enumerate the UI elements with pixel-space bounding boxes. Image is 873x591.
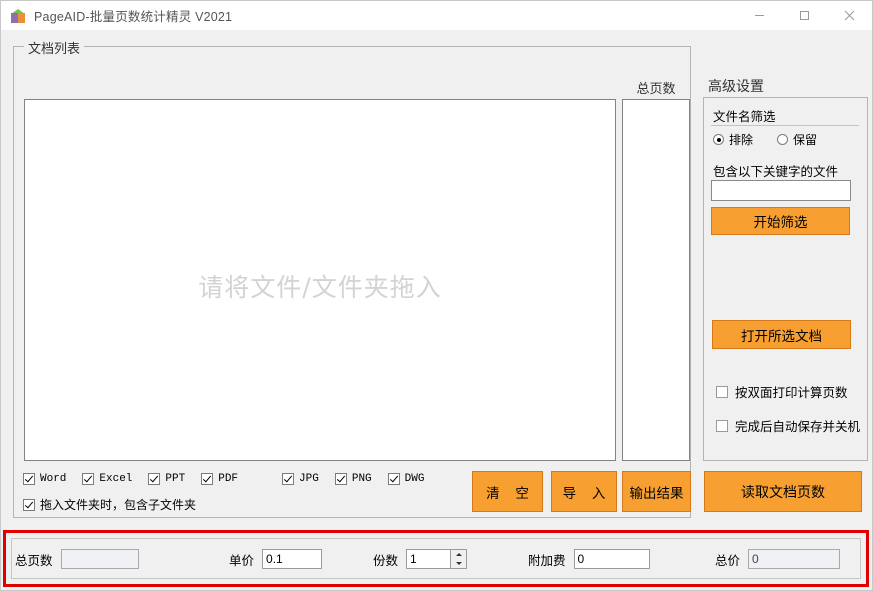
close-icon[interactable]	[827, 1, 872, 30]
main-body: 文档列表 总页数 请将文件/文件夹拖入 Word Excel PPT PDF J…	[1, 30, 872, 590]
keyword-input[interactable]	[711, 180, 851, 201]
stepper-up-icon[interactable]	[451, 550, 466, 559]
checkbox-box	[201, 473, 214, 485]
checkbox-box	[334, 473, 347, 485]
title-bar: PageAID-批量页数统计精灵 V2021	[1, 1, 872, 31]
checkbox-label: 按双面打印计算页数	[735, 386, 848, 400]
unit-price-label: 单价	[229, 553, 255, 568]
radio-keep[interactable]: 保留	[777, 131, 817, 148]
checkbox-box	[82, 473, 95, 485]
window-title: PageAID-批量页数统计精灵 V2021	[34, 10, 233, 24]
read-page-count-button[interactable]: 读取文档页数	[704, 471, 862, 512]
document-list-dropzone[interactable]: 请将文件/文件夹拖入	[24, 99, 616, 461]
subfolder-checkbox-row: 拖入文件夹时，包含子文件夹	[23, 496, 212, 513]
pagecount-list[interactable]	[622, 99, 690, 461]
extra-fee-input[interactable]	[573, 549, 650, 569]
checkbox-box	[148, 473, 161, 485]
maximize-icon[interactable]	[782, 1, 827, 30]
checkbox-excel[interactable]: Excel	[82, 473, 132, 485]
minimize-icon[interactable]	[737, 1, 782, 30]
checkbox-label: Word	[40, 473, 67, 485]
filter-mode-radio-group: 排除 保留	[713, 131, 841, 148]
checkbox-box	[23, 473, 35, 485]
checkbox-box	[23, 498, 35, 511]
app-window: PageAID-批量页数统计精灵 V2021 文档列表 总页数 请将文件/文件夹…	[0, 0, 873, 591]
copies-input[interactable]	[406, 549, 451, 569]
total-pages-field: 总页数	[15, 549, 139, 569]
advanced-settings-group	[703, 97, 868, 461]
checkbox-label: PDF	[218, 473, 239, 485]
cube-icon	[10, 8, 26, 24]
checkbox-box	[716, 385, 728, 398]
keyword-label: 包含以下关键字的文件	[713, 165, 839, 179]
checkbox-autosave-shutdown[interactable]: 完成后自动保存并关机	[716, 416, 860, 435]
window-controls	[737, 1, 872, 30]
import-button[interactable]: 导 入	[551, 471, 617, 512]
open-selected-documents-button[interactable]: 打开所选文档	[712, 320, 851, 349]
copies-stepper[interactable]	[450, 549, 468, 569]
extra-fee-field: 附加费	[528, 549, 650, 569]
copies-label: 份数	[373, 553, 399, 568]
checkbox-word[interactable]: Word	[23, 473, 66, 485]
checkbox-box	[387, 473, 400, 485]
radio-button	[777, 134, 789, 145]
checkbox-label: 完成后自动保存并关机	[735, 420, 861, 434]
unit-price-input[interactable]	[262, 549, 323, 569]
checkbox-ppt[interactable]: PPT	[148, 473, 185, 485]
checkbox-pdf[interactable]: PDF	[201, 473, 238, 485]
start-filter-button[interactable]: 开始筛选	[711, 207, 850, 235]
checkbox-label: 拖入文件夹时，包含子文件夹	[40, 498, 197, 512]
checkbox-label: JPG	[299, 473, 319, 485]
radio-button	[713, 134, 724, 145]
radio-exclude[interactable]: 排除	[713, 131, 753, 148]
copies-field: 份数	[373, 549, 468, 569]
stepper-down-icon[interactable]	[451, 559, 466, 568]
filename-filter-label: 文件名筛选	[711, 106, 778, 125]
unit-price-field: 单价	[229, 549, 323, 569]
clear-button[interactable]: 清 空	[472, 471, 543, 512]
radio-label: 排除	[729, 133, 754, 147]
output-result-button[interactable]: 输出结果	[622, 471, 691, 512]
extra-fee-label: 附加费	[528, 553, 566, 568]
checkbox-dwg[interactable]: DWG	[387, 473, 425, 485]
checkbox-label: Excel	[99, 473, 133, 485]
filetype-checkbox-row: Word Excel PPT PDF JPG PNG DWG	[23, 473, 440, 485]
checkbox-png[interactable]: PNG	[334, 473, 372, 485]
checkbox-duplex-page-count[interactable]: 按双面打印计算页数	[716, 382, 848, 401]
radio-label: 保留	[793, 133, 818, 147]
grand-total-label: 总价	[715, 553, 741, 568]
filter-divider	[711, 125, 859, 126]
checkbox-jpg[interactable]: JPG	[282, 473, 319, 485]
checkbox-box	[716, 419, 728, 432]
pagecount-column-header: 总页数	[636, 81, 676, 96]
grand-total-input[interactable]	[748, 549, 841, 569]
checkbox-label: PNG	[351, 473, 372, 485]
checkbox-label: PPT	[165, 473, 186, 485]
checkbox-label: DWG	[404, 473, 425, 485]
grand-total-field: 总价	[715, 549, 841, 569]
document-list-label: 文档列表	[24, 38, 85, 57]
checkbox-include-subfolders[interactable]: 拖入文件夹时，包含子文件夹	[23, 496, 196, 513]
advanced-settings-title: 高级设置	[708, 78, 764, 94]
total-pages-input[interactable]	[60, 549, 139, 569]
total-pages-label: 总页数	[15, 553, 53, 568]
checkbox-box	[282, 473, 295, 485]
drop-hint-text: 请将文件/文件夹拖入	[198, 273, 442, 302]
